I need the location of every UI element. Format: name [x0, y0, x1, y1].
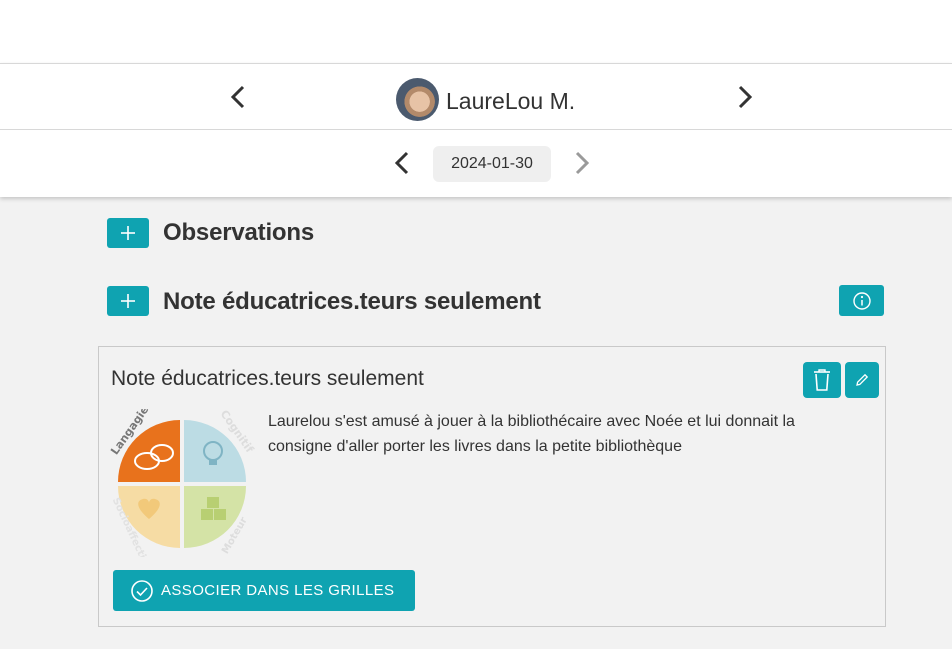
trash-icon [814, 369, 830, 391]
add-observation-button[interactable] [107, 218, 149, 248]
observations-section-title: Observations [163, 219, 314, 246]
note-text: Laurelou s'est amusé à jouer à la biblio… [268, 413, 795, 455]
plus-icon [121, 294, 135, 308]
info-button[interactable] [839, 285, 884, 316]
chevron-right-icon [575, 151, 590, 175]
educator-note-section-title: Note éducatrices.teurs seulement [163, 288, 541, 315]
chevron-left-icon [230, 85, 245, 109]
date-navigation: 2024-01-30 [0, 130, 952, 197]
note-card: Note éducatrices.teurs seulement Langagi… [98, 346, 886, 627]
child-navigation: LaureLou M. [0, 64, 952, 130]
plus-icon [121, 226, 135, 240]
delete-note-button[interactable] [803, 362, 841, 398]
info-icon [852, 291, 871, 310]
add-educator-note-button[interactable] [107, 286, 149, 316]
date-selector[interactable]: 2024-01-30 [433, 146, 551, 182]
chevron-left-icon [394, 151, 409, 175]
pencil-icon [856, 373, 869, 386]
previous-date-button[interactable] [392, 148, 412, 178]
next-date-button[interactable] [572, 148, 592, 178]
child-avatar [396, 78, 439, 121]
header: LaureLou M. 2024-01-30 [0, 63, 952, 197]
next-child-button[interactable] [735, 82, 755, 112]
check-circle-icon [130, 579, 154, 603]
chevron-right-icon [738, 85, 753, 109]
top-blank-area [0, 0, 952, 63]
edit-note-button[interactable] [845, 362, 879, 398]
associate-button-label: ASSOCIER DANS LES GRILLES [161, 582, 395, 599]
previous-child-button[interactable] [228, 82, 248, 112]
child-name: LaureLou M. [446, 88, 576, 114]
development-domains-wheel: Langagier Cognitif Socioaffectif Moteur [108, 409, 255, 557]
associate-in-grids-button[interactable]: ASSOCIER DANS LES GRILLES [113, 570, 415, 611]
note-card-title: Note éducatrices.teurs seulement [111, 367, 424, 390]
